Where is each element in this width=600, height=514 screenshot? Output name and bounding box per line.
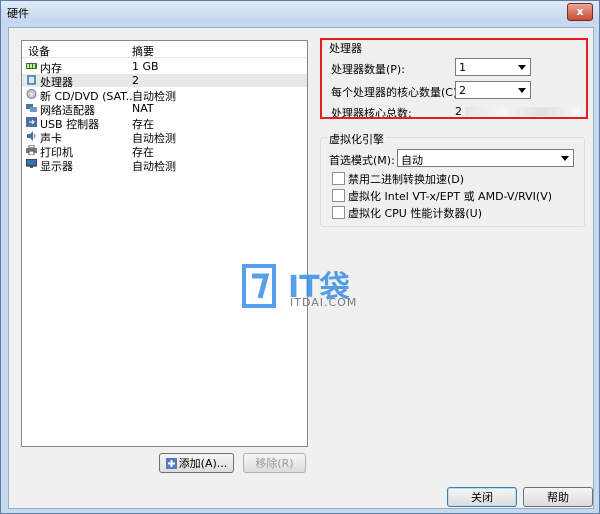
cd-dvd-icon: [26, 89, 37, 99]
list-item-printer[interactable]: 打印机 存在: [22, 144, 307, 159]
list-item-processor[interactable]: 处理器 2: [22, 74, 307, 89]
close-button-label: 关闭: [471, 491, 493, 504]
virtualize-cpu-counters-label: 虚拟化 CPU 性能计数器(U): [348, 207, 482, 220]
remove-device-button[interactable]: 移除(R): [243, 453, 306, 473]
list-item-cd-dvd[interactable]: 新 CD/DVD (SAT... 自动检测: [22, 88, 307, 103]
preferred-mode-label: 首选模式(M):: [329, 154, 395, 167]
device-summary: 2: [132, 74, 139, 87]
dropdown-arrow-icon: [561, 156, 569, 161]
network-adapter-icon: [26, 104, 37, 112]
printer-icon: [26, 145, 37, 155]
list-item-memory[interactable]: 内存 1 GB: [22, 60, 307, 75]
help-button-label: 帮助: [547, 491, 569, 504]
device-list: 设备 摘要 内存 1 GB 处理器 2 新 CD/DVD (SAT... 自动检…: [21, 40, 308, 447]
virtualize-cpu-counters-checkbox[interactable]: [332, 206, 345, 219]
list-header: 设备 摘要: [22, 41, 307, 58]
add-button-label: 添加(A)...: [178, 457, 228, 470]
watermark: IT袋 ITDAI.COM: [242, 264, 356, 311]
close-icon: x: [576, 5, 584, 18]
preferred-mode-value: 自动: [401, 154, 423, 167]
add-device-button[interactable]: 添加(A)...: [159, 453, 234, 473]
virtualization-group-title: 虚拟化引擎: [327, 131, 386, 147]
list-item-display[interactable]: 显示器 自动检测: [22, 158, 307, 173]
help-button[interactable]: 帮助: [523, 487, 593, 507]
disable-binary-translation-checkbox[interactable]: [332, 172, 345, 185]
preferred-mode-select[interactable]: 自动: [397, 149, 574, 167]
monitor-icon: [26, 159, 37, 168]
virtualize-vtx-checkbox[interactable]: [332, 189, 345, 202]
watermark-logo-icon: [242, 264, 276, 308]
device-summary: 自动检测: [132, 160, 176, 173]
list-item-usb-controller[interactable]: USB 控制器 存在: [22, 116, 307, 131]
disable-binary-translation-label: 禁用二进制转换加速(D): [348, 173, 465, 186]
summary-column-header[interactable]: 摘要: [132, 43, 154, 59]
hardware-dialog: 硬件 x 设备 摘要 内存 1 GB 处理器 2 新 CD/DVD (SAT..…: [0, 0, 600, 514]
close-window-button[interactable]: x: [567, 3, 593, 21]
list-item-network-adapter[interactable]: 网络适配器 NAT: [22, 102, 307, 117]
processor-icon: [27, 75, 36, 85]
virtualize-vtx-label: 虚拟化 Intel VT-x/EPT 或 AMD-V/RVI(V): [348, 190, 553, 203]
virtualization-engine-group: 虚拟化引擎 首选模式(M): 自动 禁用二进制转换加速(D) 虚拟化 Intel…: [320, 131, 585, 227]
title-bar[interactable]: 硬件 x: [1, 1, 599, 23]
device-column-header[interactable]: 设备: [28, 43, 50, 59]
device-summary: NAT: [132, 102, 154, 115]
watermark-domain: ITDAI.COM: [290, 296, 358, 309]
highlight-box: [320, 38, 588, 119]
device-name: 显示器: [40, 160, 73, 173]
memory-icon: [26, 63, 37, 69]
speaker-icon: [27, 131, 36, 141]
dialog-client: 设备 摘要 内存 1 GB 处理器 2 新 CD/DVD (SAT... 自动检…: [8, 27, 594, 509]
device-summary: 1 GB: [132, 60, 159, 73]
add-hardware-icon: [165, 458, 177, 469]
window-title: 硬件: [7, 7, 29, 20]
remove-button-label: 移除(R): [255, 457, 294, 470]
close-button[interactable]: 关闭: [447, 487, 517, 507]
usb-icon: [26, 117, 37, 127]
list-item-sound-card[interactable]: 声卡 自动检测: [22, 130, 307, 145]
